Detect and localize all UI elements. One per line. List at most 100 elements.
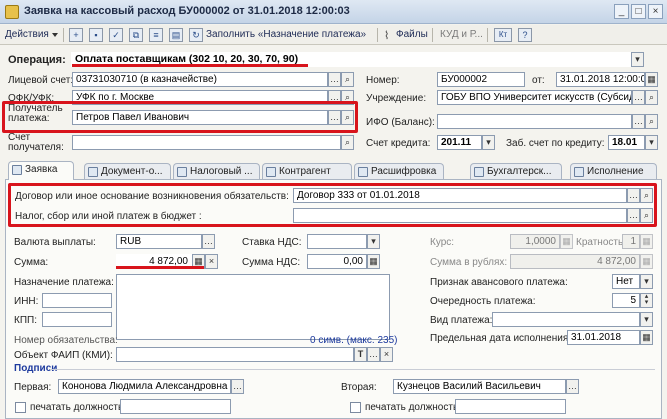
purpose-label: Назначение платежа: (14, 277, 114, 288)
payee-search-icon[interactable]: ⌕ (341, 110, 354, 125)
dt-kt-icon[interactable]: Кт (494, 28, 512, 42)
tax-select-button[interactable]: … (627, 208, 640, 223)
currency-label: Валюта выплаты: (14, 237, 96, 248)
institution-field[interactable]: ГОБУ ВПО Университет искусств (Субсидия.… (437, 90, 632, 105)
tax-search-icon[interactable]: ⌕ (640, 208, 653, 223)
tab-request[interactable]: Заявка (8, 161, 74, 180)
sum-clear-button[interactable]: × (205, 254, 218, 269)
vat-rate-field[interactable] (307, 234, 367, 249)
new-icon[interactable]: + (69, 28, 83, 42)
second-signer-field[interactable]: Кузнецов Василий Васильевич (393, 379, 566, 394)
tab-document[interactable]: Документ-о... (84, 163, 171, 180)
advance-dropdown[interactable]: ▾ (640, 274, 653, 289)
payee-account-search-icon[interactable]: ⌕ (341, 135, 354, 150)
vat-rate-dropdown[interactable]: ▾ (367, 234, 380, 249)
ifo-field[interactable] (437, 114, 632, 129)
fill-icon[interactable]: ↻ (189, 28, 203, 42)
vat-sum-calc-button[interactable]: ▦ (367, 254, 380, 269)
payee-account-field[interactable] (72, 135, 341, 150)
first-signer-select-button[interactable]: … (231, 379, 244, 394)
institution-label: Учреждение: (366, 93, 427, 104)
second-signer-select-button[interactable]: … (566, 379, 579, 394)
sum-highlight (116, 266, 204, 269)
tab-tax[interactable]: Налоговый ... (173, 163, 260, 180)
inn-label: ИНН: (14, 296, 39, 307)
vat-rate-label: Ставка НДС: (242, 237, 302, 248)
print-position-checkbox-2[interactable] (350, 402, 361, 413)
priority-label: Очередность платежа: (430, 296, 536, 307)
tax-field[interactable] (293, 208, 627, 223)
deadline-calendar-icon[interactable]: ▦ (640, 330, 653, 345)
first-signer-field[interactable]: Кононова Людмила Александровна (58, 379, 231, 394)
currency-field[interactable]: RUB (116, 234, 202, 249)
institution-search-icon[interactable]: ⌕ (645, 90, 658, 105)
number-field[interactable]: БУ000002 (437, 72, 525, 87)
credit-account-dropdown[interactable]: ▾ (482, 135, 495, 150)
minimize-button[interactable]: _ (614, 4, 629, 19)
files-button[interactable]: Файлы (396, 27, 428, 43)
priority-field[interactable]: 5 (612, 293, 640, 308)
ifo-select-button[interactable]: … (632, 114, 645, 129)
zab-account-label: Заб. счет по кредиту: (506, 138, 605, 149)
account-search-icon[interactable]: ⌕ (341, 72, 354, 87)
kpp-field[interactable] (42, 312, 112, 327)
deadline-field[interactable]: 31.01.2018 (567, 330, 640, 345)
sum-label: Сумма: (14, 257, 49, 268)
vat-sum-label: Сумма НДС: (242, 257, 301, 268)
kud-button[interactable]: КУД и Р... (440, 27, 483, 43)
operation-dropdown-button[interactable]: ▾ (631, 52, 644, 67)
priority-stepper[interactable]: ▴ ▾ (640, 293, 653, 308)
paytype-field[interactable] (492, 312, 640, 327)
rub-sum-label: Сумма в рублях: (430, 257, 508, 268)
contract-select-button[interactable]: … (627, 188, 640, 203)
zab-account-field[interactable]: 18.01 (608, 135, 645, 150)
print-position-checkbox-1[interactable] (15, 402, 26, 413)
toolbar-divider (487, 28, 488, 42)
second-position-field[interactable] (455, 399, 566, 414)
date-field[interactable]: 31.01.2018 12:00:03 (556, 72, 645, 87)
inn-field[interactable] (42, 293, 112, 308)
faip-type-button[interactable]: T (354, 347, 367, 362)
advance-field[interactable]: Нет (612, 274, 640, 289)
rub-sum-field: 4 872,00 (510, 254, 640, 269)
credit-account-field[interactable]: 201.11 (437, 135, 482, 150)
paytype-dropdown[interactable]: ▾ (640, 312, 653, 327)
account-field[interactable]: 03731030710 (в казначействе) (72, 72, 328, 87)
copy-icon[interactable]: ⧉ (129, 28, 143, 42)
purpose-textarea[interactable] (116, 274, 390, 340)
contract-field[interactable]: Договор 333 от 01.01.2018 (293, 188, 627, 203)
print-icon[interactable]: ▤ (169, 28, 183, 42)
account-select-button[interactable]: … (328, 72, 341, 87)
print-position-label-1: печатать должность (30, 402, 124, 413)
structure-icon[interactable]: ≡ (149, 28, 163, 42)
tab-accounting[interactable]: Бухгалтерск... (470, 163, 562, 180)
vat-sum-field[interactable]: 0,00 (307, 254, 367, 269)
rate-label: Курс: (430, 237, 455, 248)
zab-account-dropdown[interactable]: ▾ (645, 135, 658, 150)
payee-field[interactable]: Петров Павел Иванович (72, 110, 328, 125)
paperclip-icon[interactable]: ⌇ (384, 29, 389, 42)
toolbar-divider (432, 28, 433, 42)
payee-select-button[interactable]: … (328, 110, 341, 125)
post-icon[interactable]: ✓ (109, 28, 123, 42)
tab-counterparty[interactable]: Контрагент (262, 163, 352, 180)
institution-select-button[interactable]: … (632, 90, 645, 105)
currency-select-button[interactable]: … (202, 234, 215, 249)
close-button[interactable]: × (648, 4, 663, 19)
contract-search-icon[interactable]: ⌕ (640, 188, 653, 203)
faip-clear-button[interactable]: × (380, 347, 393, 362)
tab-execution[interactable]: Исполнение (570, 163, 657, 180)
ifo-search-icon[interactable]: ⌕ (645, 114, 658, 129)
faip-field[interactable] (116, 347, 354, 362)
counterparty-icon (266, 167, 276, 177)
tab-breakdown[interactable]: Расшифровка (354, 163, 444, 180)
faip-select-button[interactable]: … (367, 347, 380, 362)
fill-purpose-button[interactable]: Заполнить «Назначение платежа» (206, 27, 366, 43)
help-icon[interactable]: ? (518, 28, 532, 42)
save-icon[interactable]: ▪ (89, 28, 103, 42)
maximize-button[interactable]: □ (631, 4, 646, 19)
advance-label: Признак авансового платежа: (430, 277, 568, 288)
actions-menu[interactable]: Действия (5, 27, 49, 43)
first-position-field[interactable] (120, 399, 231, 414)
calendar-icon[interactable]: ▦ (645, 72, 658, 87)
